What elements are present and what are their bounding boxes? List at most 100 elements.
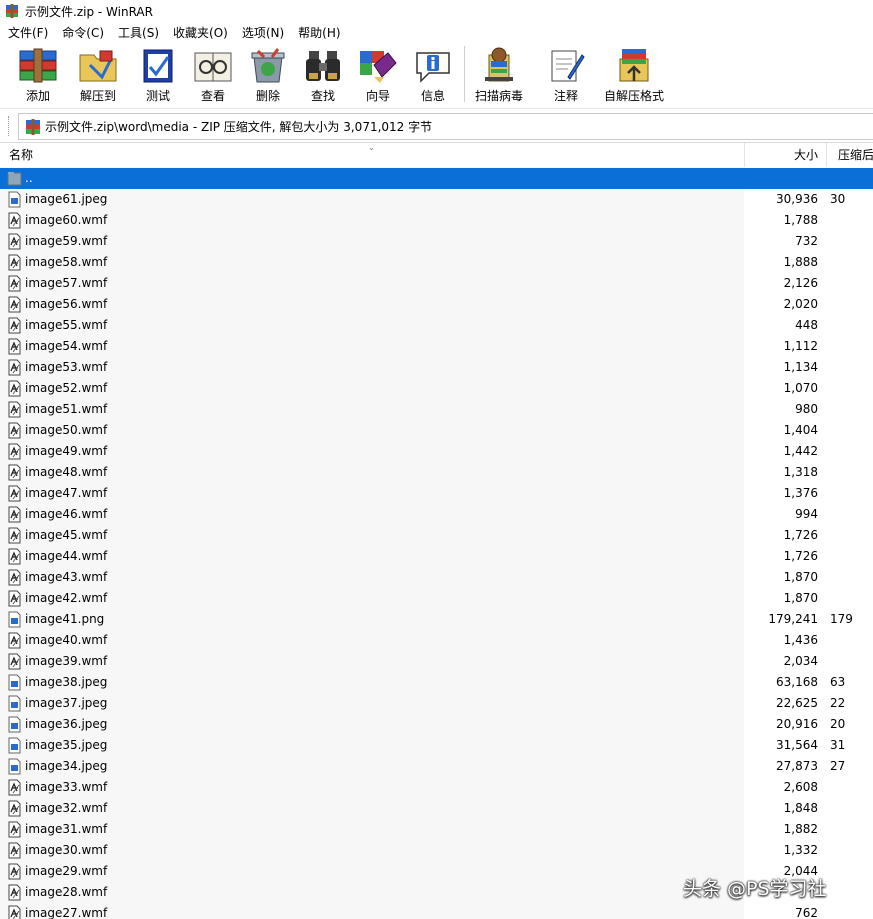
find-icon	[306, 51, 340, 81]
wmf-file-icon	[8, 422, 21, 439]
file-size: 1,888	[783, 255, 818, 269]
file-row[interactable]: image58.wmf 1,888	[0, 252, 873, 273]
title-bar: 示例文件.zip - WinRAR	[0, 0, 873, 22]
menu-options[interactable]: 选项(N)	[234, 24, 290, 41]
file-row[interactable]: image31.wmf 1,882	[0, 819, 873, 840]
wmf-file-icon	[8, 632, 21, 649]
image-file-icon	[8, 758, 21, 775]
file-size: 1,318	[783, 465, 818, 479]
file-size: 1,726	[783, 549, 818, 563]
file-row[interactable]: image30.wmf 1,332	[0, 840, 873, 861]
file-row[interactable]: image52.wmf 1,070	[0, 378, 873, 399]
address-grip[interactable]	[8, 116, 13, 136]
file-packed-size: 22	[830, 696, 846, 710]
file-row[interactable]: image49.wmf 1,442	[0, 441, 873, 462]
file-name: image31.wmf	[25, 822, 108, 836]
file-row[interactable]: image46.wmf 994	[0, 504, 873, 525]
file-row[interactable]: image27.wmf 762	[0, 903, 873, 919]
file-row[interactable]: image35.jpeg 31,564 31	[0, 735, 873, 756]
comment-label: 注释	[553, 89, 578, 103]
parent-folder-row[interactable]: ..	[0, 168, 873, 189]
file-packed-size: 27	[830, 759, 846, 773]
wmf-file-icon	[8, 275, 21, 292]
file-row[interactable]: image43.wmf 1,870	[0, 567, 873, 588]
file-row[interactable]: image60.wmf 1,788	[0, 210, 873, 231]
column-name[interactable]: 名称	[9, 143, 33, 167]
menu-tools[interactable]: 工具(S)	[110, 24, 165, 41]
wmf-file-icon	[8, 338, 21, 355]
file-size: 30,936	[776, 192, 818, 206]
file-row[interactable]: image38.jpeg 63,168 63	[0, 672, 873, 693]
file-row[interactable]: image37.jpeg 22,625 22	[0, 693, 873, 714]
file-row[interactable]: image48.wmf 1,318	[0, 462, 873, 483]
comment-button[interactable]: 注释	[541, 42, 591, 106]
file-row[interactable]: image44.wmf 1,726	[0, 546, 873, 567]
file-row[interactable]: image34.jpeg 27,873 27	[0, 756, 873, 777]
file-size: 31,564	[776, 738, 818, 752]
file-list[interactable]: .. image61.jpeg 30,936 30 image60.wmf 1,788 im…	[0, 167, 873, 919]
file-name: image56.wmf	[25, 297, 108, 311]
file-name: image40.wmf	[25, 633, 108, 647]
wizard-button[interactable]: 向导	[353, 42, 403, 106]
sort-chevron-down-icon: ⌄	[368, 143, 375, 152]
virus-scan-button[interactable]: 扫描病毒	[471, 42, 527, 106]
sfx-button[interactable]: 自解压格式	[603, 42, 665, 106]
file-row[interactable]: image47.wmf 1,376	[0, 483, 873, 504]
column-packed[interactable]: 压缩后	[838, 143, 873, 167]
file-row[interactable]: image45.wmf 1,726	[0, 525, 873, 546]
delete-icon	[251, 48, 285, 83]
file-row[interactable]: image57.wmf 2,126	[0, 273, 873, 294]
address-bar: 示例文件.zip\word\media - ZIP 压缩文件, 解包大小为 3,…	[0, 109, 873, 143]
file-name: image44.wmf	[25, 549, 108, 563]
file-row[interactable]: image59.wmf 732	[0, 231, 873, 252]
file-row[interactable]: image50.wmf 1,404	[0, 420, 873, 441]
file-row[interactable]: image41.png 179,241 179	[0, 609, 873, 630]
file-row[interactable]: image40.wmf 1,436	[0, 630, 873, 651]
archive-icon	[26, 118, 40, 135]
file-row[interactable]: image51.wmf 980	[0, 399, 873, 420]
file-name: image29.wmf	[25, 864, 108, 878]
menu-bar: 文件(F) 命令(C) 工具(S) 收藏夹(O) 选项(N) 帮助(H)	[0, 22, 873, 42]
extract-to-button[interactable]: 解压到	[73, 42, 123, 106]
file-size: 1,112	[783, 339, 818, 353]
file-size: 1,134	[783, 360, 818, 374]
find-button[interactable]: 查找	[298, 42, 348, 106]
menu-favorites[interactable]: 收藏夹(O)	[165, 24, 234, 41]
toolbar: 添加 解压到 测试 查看 删除 查找 向导 信息 扫描病毒 注释 自解压格式	[0, 42, 873, 109]
address-field[interactable]: 示例文件.zip\word\media - ZIP 压缩文件, 解包大小为 3,…	[18, 113, 873, 140]
file-row[interactable]: image32.wmf 1,848	[0, 798, 873, 819]
file-size: 20,916	[776, 717, 818, 731]
delete-button[interactable]: 删除	[243, 42, 293, 106]
column-divider[interactable]	[826, 143, 827, 167]
file-row[interactable]: image61.jpeg 30,936 30	[0, 189, 873, 210]
file-row[interactable]: image36.jpeg 20,916 20	[0, 714, 873, 735]
file-name: image53.wmf	[25, 360, 108, 374]
column-size[interactable]: 大小	[744, 143, 818, 167]
winrar-app-icon	[6, 4, 18, 18]
file-row[interactable]: image33.wmf 2,608	[0, 777, 873, 798]
file-name: image30.wmf	[25, 843, 108, 857]
wmf-file-icon	[8, 296, 21, 313]
menu-file[interactable]: 文件(F)	[0, 24, 54, 41]
file-row[interactable]: image56.wmf 2,020	[0, 294, 873, 315]
view-button[interactable]: 查看	[188, 42, 238, 106]
wmf-file-icon	[8, 233, 21, 250]
file-row[interactable]: image53.wmf 1,134	[0, 357, 873, 378]
wmf-file-icon	[8, 779, 21, 796]
file-name: image42.wmf	[25, 591, 108, 605]
menu-help[interactable]: 帮助(H)	[290, 24, 346, 41]
wmf-file-icon	[8, 863, 21, 880]
file-row[interactable]: image42.wmf 1,870	[0, 588, 873, 609]
add-button[interactable]: 添加	[13, 42, 63, 106]
file-size: 2,020	[783, 297, 818, 311]
file-row[interactable]: image54.wmf 1,112	[0, 336, 873, 357]
wmf-file-icon	[8, 527, 21, 544]
file-size: 1,376	[783, 486, 818, 500]
info-button[interactable]: 信息	[408, 42, 458, 106]
menu-commands[interactable]: 命令(C)	[54, 24, 110, 41]
comment-icon	[551, 50, 585, 82]
file-row[interactable]: image55.wmf 448	[0, 315, 873, 336]
test-button[interactable]: 测试	[133, 42, 183, 106]
file-row[interactable]: image39.wmf 2,034	[0, 651, 873, 672]
wmf-file-icon	[8, 884, 21, 901]
